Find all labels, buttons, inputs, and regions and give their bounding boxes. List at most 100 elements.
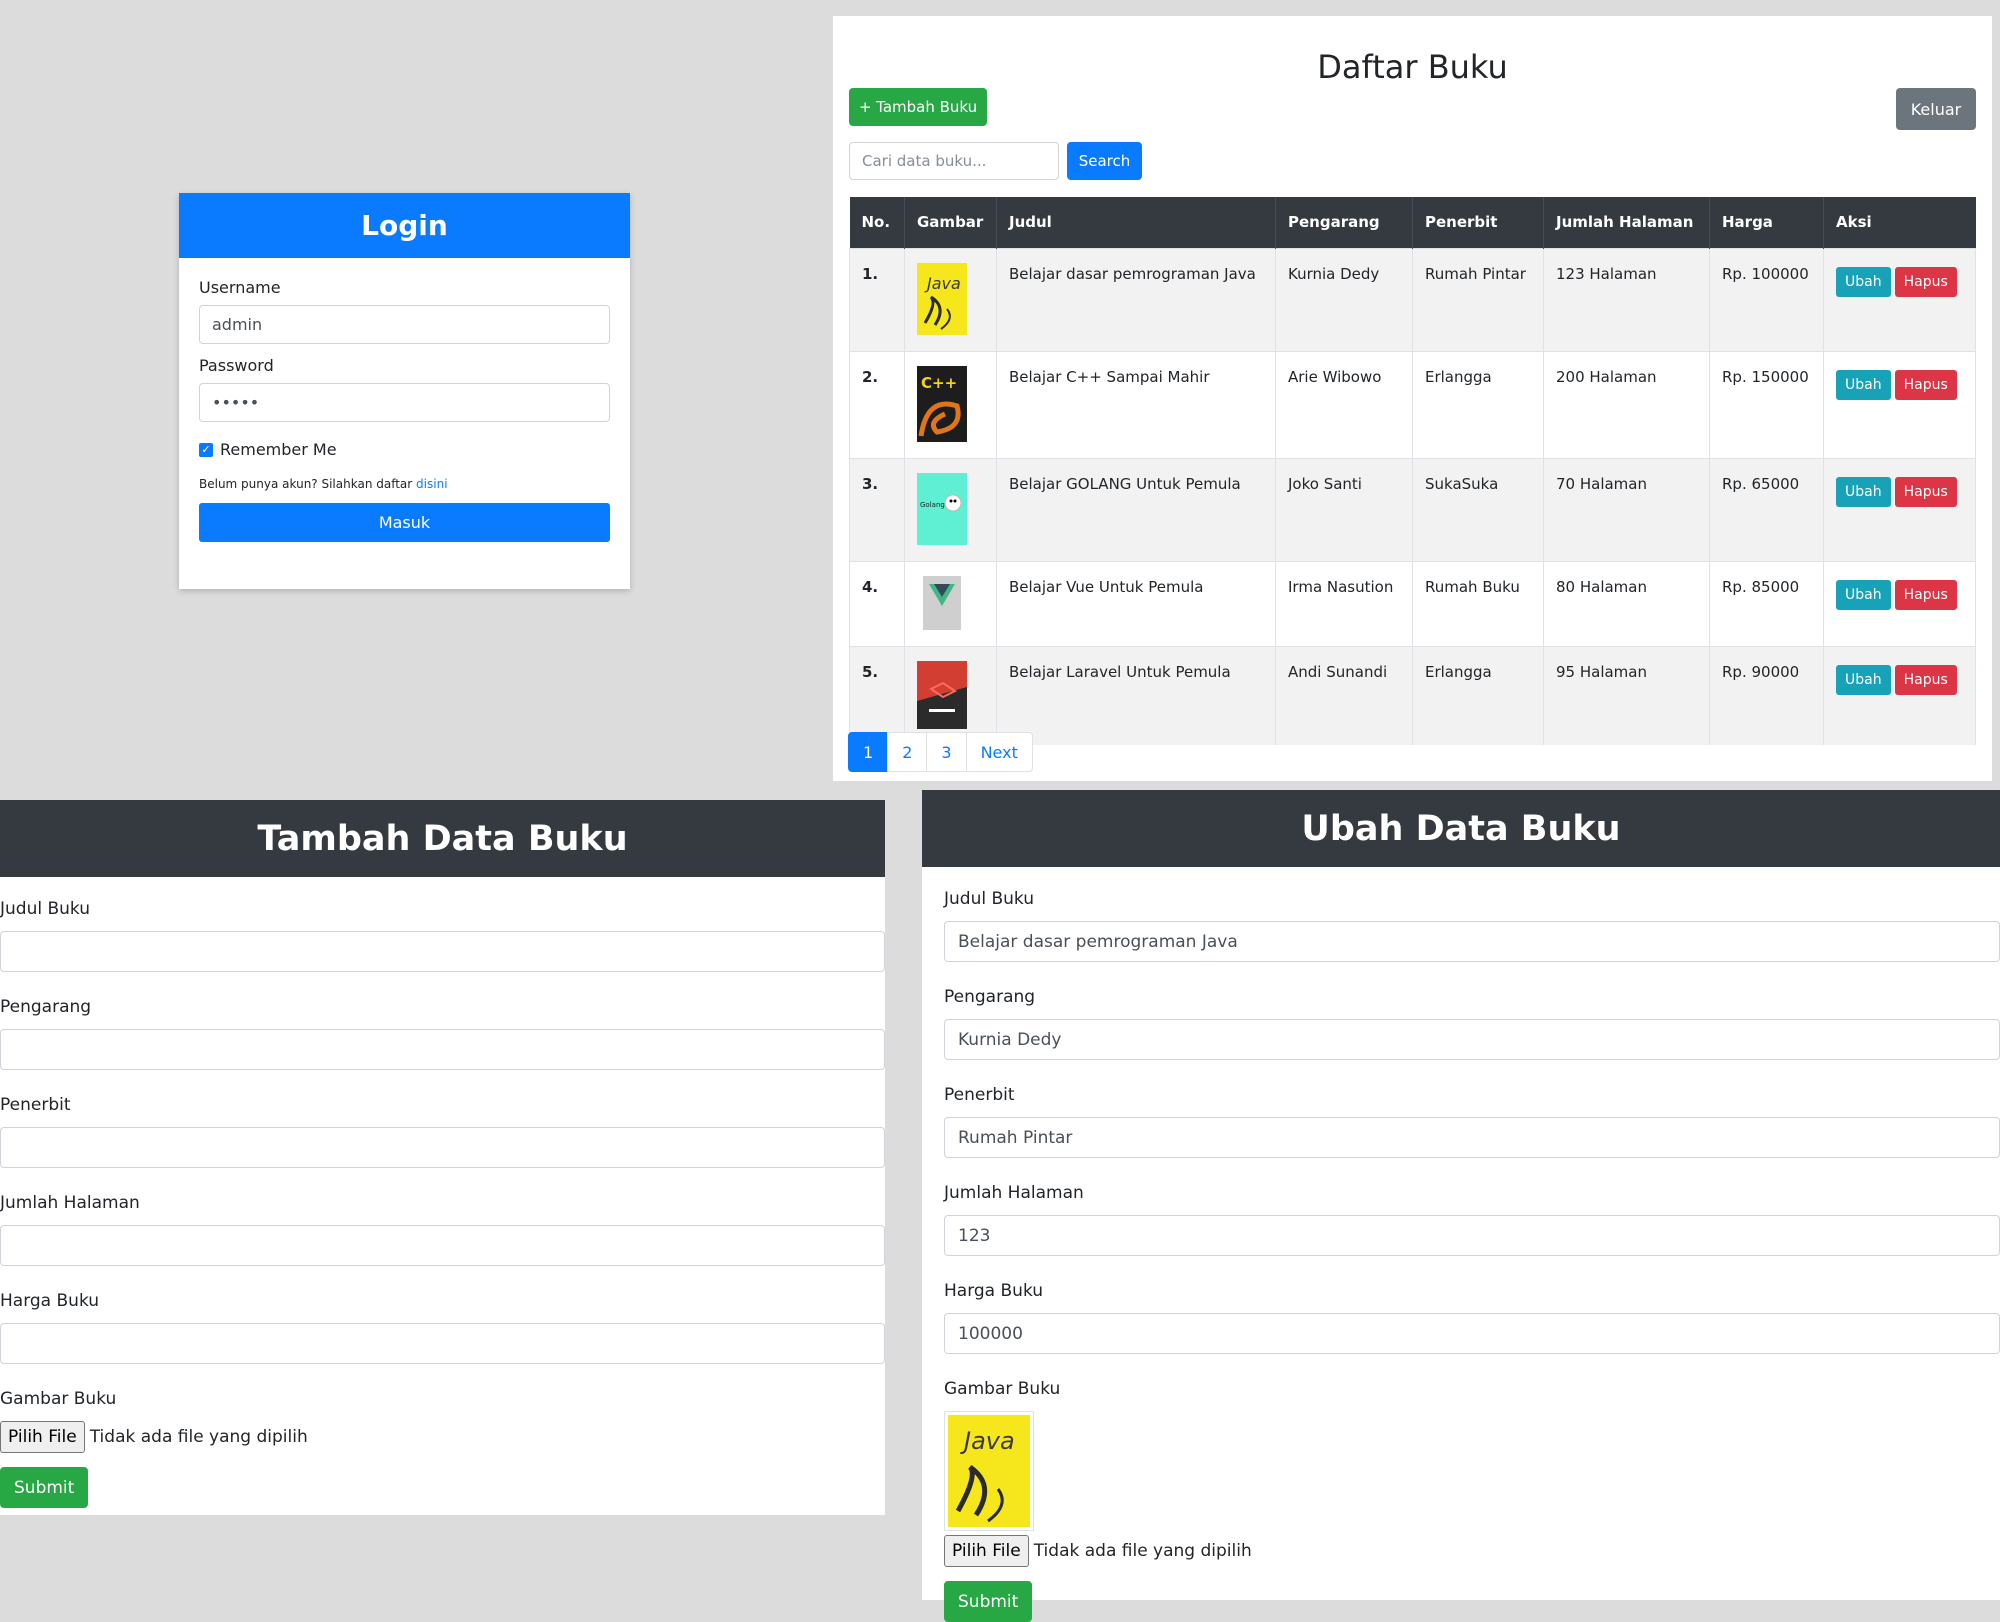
book-pages: 95 Halaman xyxy=(1543,645,1710,745)
password-input[interactable] xyxy=(199,383,610,422)
row-actions: Ubah Hapus xyxy=(1823,457,1976,561)
svg-text:Java: Java xyxy=(960,1427,1015,1455)
column-header: No. xyxy=(849,197,905,248)
book-title: Belajar C++ Sampai Mahir xyxy=(996,350,1276,458)
pages-input[interactable] xyxy=(0,1225,885,1266)
pages-input[interactable] xyxy=(944,1215,2000,1256)
remember-me-label: Remember Me xyxy=(220,440,337,459)
column-header: Aksi xyxy=(1823,197,1976,248)
book-cover: Golang xyxy=(904,457,997,561)
page-2-link[interactable]: 2 xyxy=(887,732,928,772)
submit-button[interactable]: Submit xyxy=(944,1581,1033,1622)
choose-file-button[interactable]: Pilih File xyxy=(0,1421,85,1453)
edit-button[interactable]: Ubah xyxy=(1836,664,1891,695)
book-price: Rp. 100000 xyxy=(1709,247,1824,351)
delete-button[interactable]: Hapus xyxy=(1894,266,1957,297)
price-label: Harga Buku xyxy=(0,1291,100,1311)
book-title: Belajar dasar pemrograman Java xyxy=(996,247,1276,351)
login-button[interactable]: Masuk xyxy=(199,503,610,542)
author-input[interactable] xyxy=(0,1029,885,1070)
edit-book-form: Ubah Data Buku Judul Buku Pengarang Pene… xyxy=(922,790,2000,1622)
add-form-title: Tambah Data Buku xyxy=(0,800,885,877)
book-cover: Java xyxy=(904,247,997,351)
golang-cover-image: Golang xyxy=(917,472,967,545)
column-header: Harga xyxy=(1709,197,1824,248)
row-number: 1. xyxy=(849,247,905,351)
book-publisher: Erlangga xyxy=(1412,350,1544,458)
register-text: Belum punya akun? Silahkan daftar xyxy=(199,477,413,491)
delete-button[interactable]: Hapus xyxy=(1894,369,1957,400)
row-actions: Ubah Hapus xyxy=(1823,645,1976,745)
delete-button[interactable]: Hapus xyxy=(1894,476,1957,507)
choose-file-button[interactable]: Pilih File xyxy=(944,1535,1029,1567)
logout-button[interactable]: Keluar xyxy=(1896,88,1976,130)
submit-button[interactable]: Submit xyxy=(0,1467,89,1508)
book-publisher: Rumah Pintar xyxy=(1412,247,1544,351)
price-input[interactable] xyxy=(0,1323,885,1364)
password-label: Password xyxy=(199,356,274,375)
author-label: Pengarang xyxy=(0,997,92,1017)
page-title: Daftar Buku xyxy=(1317,48,1508,86)
book-author: Kurnia Dedy xyxy=(1275,247,1413,351)
edit-form-title: Ubah Data Buku xyxy=(922,790,2000,867)
column-header: Jumlah Halaman xyxy=(1543,197,1710,248)
book-title: Belajar Vue Untuk Pemula xyxy=(996,560,1276,646)
book-author: Joko Santi xyxy=(1275,457,1413,561)
svg-text:Java: Java xyxy=(924,274,961,293)
file-picker: Pilih File Tidak ada file yang dipilih xyxy=(0,1421,885,1453)
book-cover xyxy=(904,645,997,745)
edit-button[interactable]: Ubah xyxy=(1836,476,1891,507)
login-title: Login xyxy=(179,193,630,258)
title-input[interactable] xyxy=(944,921,2000,962)
file-picker: Pilih File Tidak ada file yang dipilih xyxy=(944,1535,2000,1567)
book-author: Arie Wibowo xyxy=(1275,350,1413,458)
next-page-link[interactable]: Next xyxy=(965,732,1033,772)
cpp-cover-image: C++ xyxy=(917,365,967,442)
author-input[interactable] xyxy=(944,1019,2000,1060)
svg-text:Golang: Golang xyxy=(920,501,945,509)
row-number: 5. xyxy=(849,645,905,745)
edit-button[interactable]: Ubah xyxy=(1836,579,1891,610)
add-book-button[interactable]: + Tambah Buku xyxy=(849,88,987,126)
file-status: Tidak ada file yang dipilih xyxy=(1033,1541,1252,1561)
publisher-label: Penerbit xyxy=(944,1085,1015,1105)
svg-text:C++: C++ xyxy=(921,374,957,392)
delete-button[interactable]: Hapus xyxy=(1894,579,1957,610)
book-price: Rp. 65000 xyxy=(1709,457,1824,561)
column-header: Judul xyxy=(996,197,1276,248)
register-link[interactable]: disini xyxy=(416,477,447,491)
pagination: 1 2 3 Next xyxy=(848,732,1033,772)
book-title: Belajar GOLANG Untuk Pemula xyxy=(996,457,1276,561)
book-table: No. Gambar Judul Pengarang Penerbit Juml… xyxy=(849,197,1976,745)
java-cover-image: Java xyxy=(948,1415,1030,1527)
page-1-link[interactable]: 1 xyxy=(848,732,889,772)
price-input[interactable] xyxy=(944,1313,2000,1354)
book-price: Rp. 85000 xyxy=(1709,560,1824,646)
search-button[interactable]: Search xyxy=(1067,142,1142,180)
image-label: Gambar Buku xyxy=(944,1379,1061,1399)
title-label: Judul Buku xyxy=(944,889,1035,909)
title-input[interactable] xyxy=(0,931,885,972)
current-cover-preview: Java xyxy=(944,1411,1034,1531)
delete-button[interactable]: Hapus xyxy=(1894,664,1957,695)
remember-me-row[interactable]: ✓ Remember Me xyxy=(199,440,610,459)
publisher-input[interactable] xyxy=(944,1117,2000,1158)
book-pages: 123 Halaman xyxy=(1543,247,1710,351)
column-header: Gambar xyxy=(904,197,997,248)
publisher-input[interactable] xyxy=(0,1127,885,1168)
table-row: 5. Belajar Laravel Untuk Pemula Andi Sun… xyxy=(849,645,1976,745)
search-input[interactable] xyxy=(849,142,1059,180)
register-note: Belum punya akun? Silahkan daftar disini xyxy=(199,477,610,491)
publisher-label: Penerbit xyxy=(0,1095,71,1115)
price-label: Harga Buku xyxy=(944,1281,1044,1301)
remember-me-checkbox[interactable]: ✓ xyxy=(199,442,213,457)
book-pages: 200 Halaman xyxy=(1543,350,1710,458)
edit-button[interactable]: Ubah xyxy=(1836,266,1891,297)
title-label: Judul Buku xyxy=(0,899,91,919)
table-row: 2. C++ Belajar C++ Sampai Mahir Arie Wib… xyxy=(849,350,1976,458)
column-header: Penerbit xyxy=(1412,197,1544,248)
laravel-cover-image xyxy=(917,660,967,729)
username-input[interactable] xyxy=(199,305,610,344)
edit-button[interactable]: Ubah xyxy=(1836,369,1891,400)
page-3-link[interactable]: 3 xyxy=(926,732,967,772)
